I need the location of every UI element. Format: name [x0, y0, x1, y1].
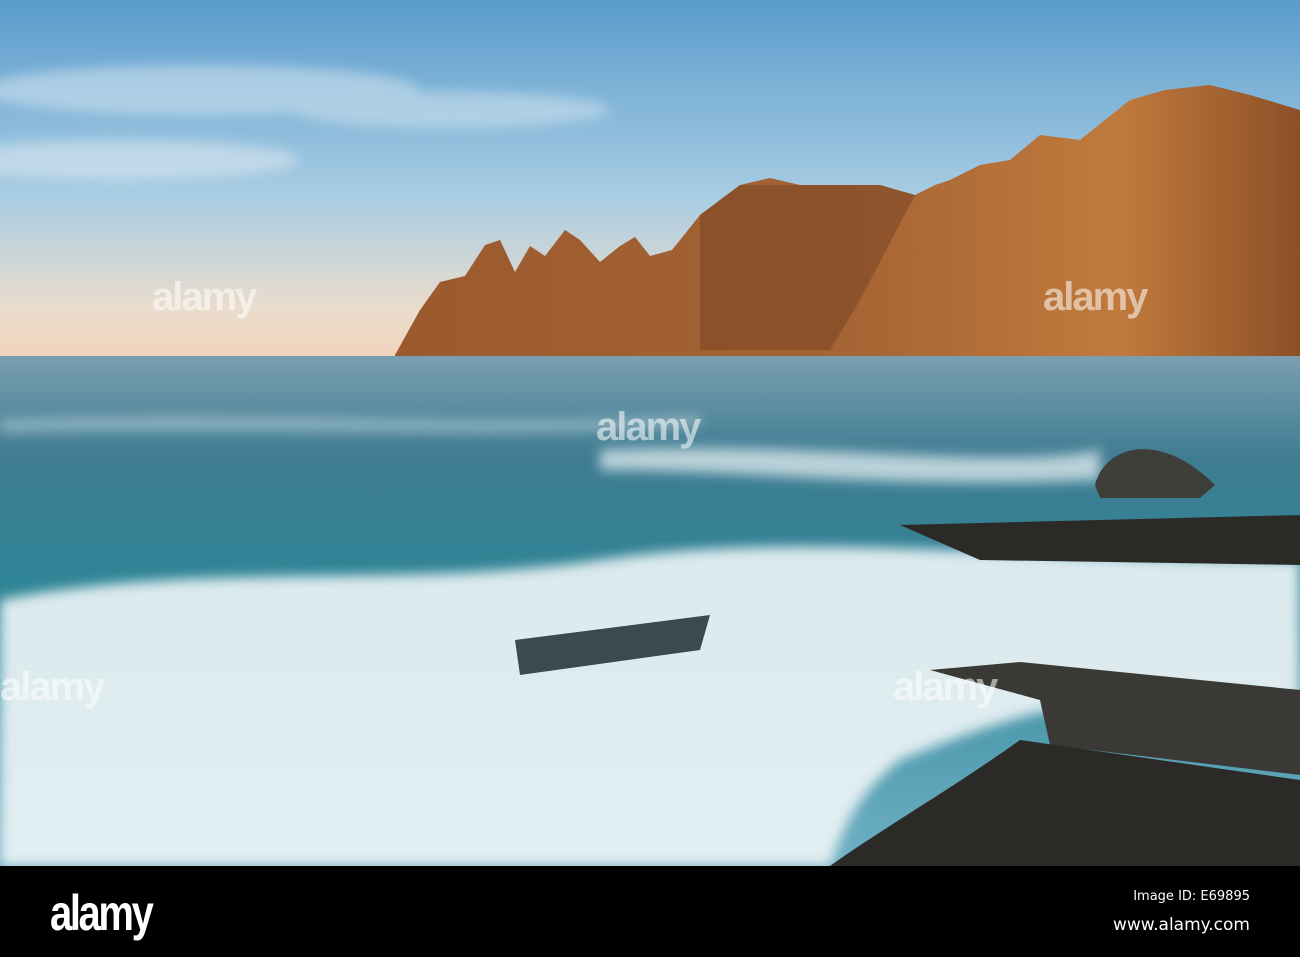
- footer-bar: alamy Image ID: E69895 www.alamy.com: [0, 866, 1300, 957]
- stock-photo-page: alamy alamy alamy alamy alamy alamy Imag…: [0, 0, 1300, 957]
- watermark-text: alamy: [893, 665, 998, 709]
- watermark-text: alamy: [152, 275, 257, 319]
- watermark-text: alamy: [596, 405, 701, 449]
- alamy-logo[interactable]: alamy: [50, 884, 154, 942]
- image-id: Image ID: E69895: [1133, 889, 1250, 904]
- watermark-text: alamy: [1043, 275, 1148, 319]
- watermark-text: alamy: [0, 665, 105, 709]
- website-link[interactable]: www.alamy.com: [1113, 915, 1250, 935]
